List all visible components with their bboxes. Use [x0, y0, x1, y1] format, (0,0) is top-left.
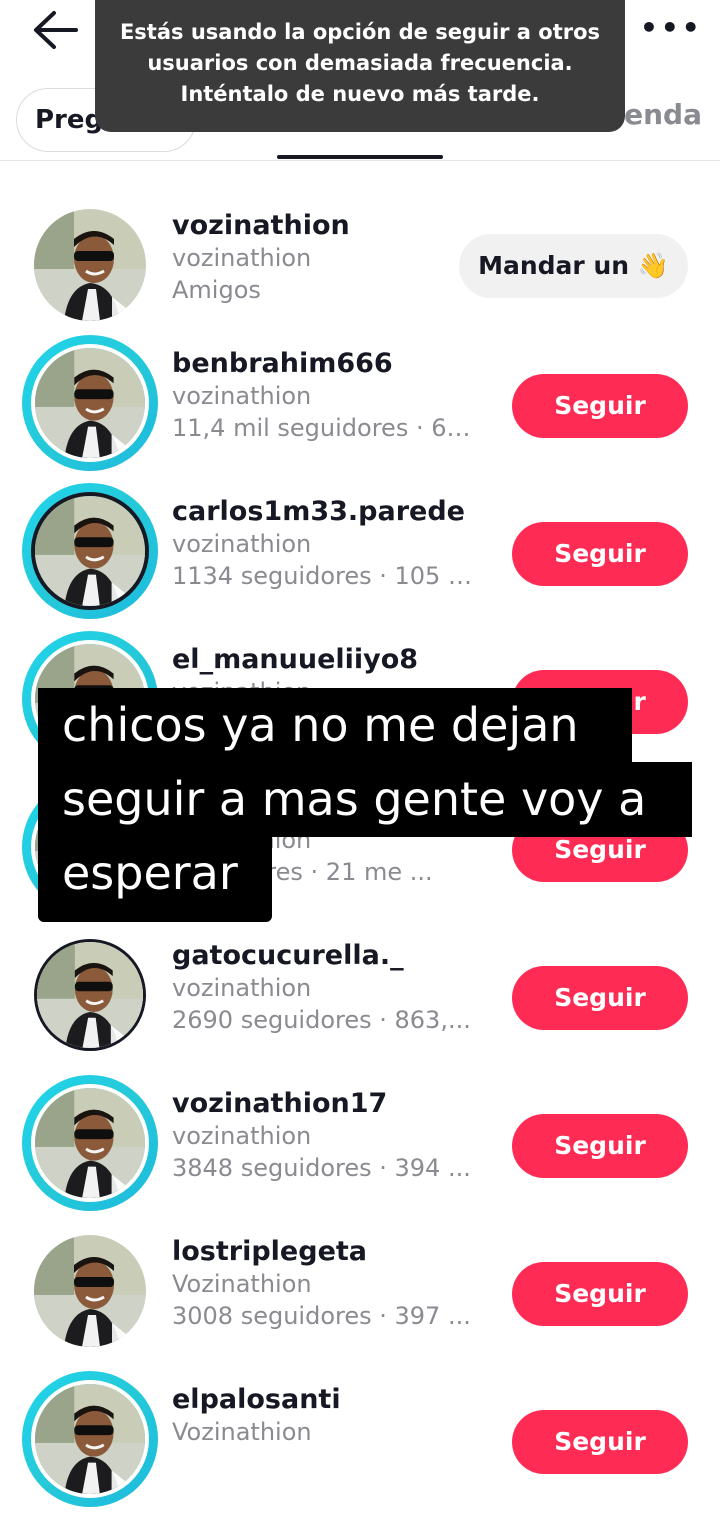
avatar-photo-icon — [34, 1235, 146, 1347]
avatar[interactable] — [22, 927, 158, 1063]
nickname: vozinathion — [172, 974, 312, 1002]
arrow-left-icon — [34, 11, 78, 49]
follow-button[interactable]: Seguir — [512, 374, 688, 438]
follow-button[interactable]: Seguir — [512, 1262, 688, 1326]
username: vozinathion17 — [172, 1088, 388, 1119]
avatar[interactable] — [22, 1223, 158, 1359]
avatar-story-ring[interactable] — [22, 1371, 158, 1507]
avatar-photo-icon — [35, 1088, 145, 1198]
avatar-photo-icon — [35, 1384, 145, 1494]
more-horizontal-icon: ••• — [640, 11, 703, 44]
user-detail: 3008 seguidores · 397 ... — [172, 1302, 471, 1330]
toast-line: Inténtalo de nuevo más tarde. — [180, 82, 540, 106]
username: gatocucurella._ — [172, 940, 404, 971]
username: benbrahim666 — [172, 348, 393, 379]
nickname: vozinathion — [172, 382, 312, 410]
nickname: vozinathion — [172, 244, 312, 272]
follow-button[interactable]: Seguir — [512, 522, 688, 586]
follow-button[interactable]: Seguir — [512, 1114, 688, 1178]
caption-line: seguir a mas gente voy a — [38, 762, 692, 837]
user-detail: Amigos — [172, 276, 261, 304]
toast-line: Estás usando la opción de seguir a otros — [119, 20, 601, 44]
avatar-story-ring[interactable] — [22, 483, 158, 619]
follow-button[interactable]: Seguir — [512, 966, 688, 1030]
user-row[interactable]: lostriplegeta Vozinathion 3008 seguidore… — [0, 1218, 720, 1366]
user-row[interactable]: elpalosanti Vozinathion Seguir — [0, 1366, 720, 1514]
avatar-story-ring[interactable] — [22, 1075, 158, 1211]
user-row[interactable]: vozinathion17 vozinathion 3848 seguidore… — [0, 1070, 720, 1218]
avatar-photo-icon — [34, 209, 146, 321]
avatar[interactable] — [22, 197, 158, 333]
avatar-story-ring[interactable] — [22, 335, 158, 471]
user-detail: 11,4 mil seguidores · 66... — [172, 414, 482, 442]
username: elpalosanti — [172, 1384, 341, 1415]
user-detail: 1134 seguidores · 105 m... — [172, 562, 482, 590]
nickname: Vozinathion — [172, 1270, 312, 1298]
username: el_manuueliiyo8 — [172, 644, 419, 675]
avatar-photo-icon — [35, 496, 145, 606]
toast-line: usuarios con demasiada frecuencia. — [147, 51, 573, 75]
nickname: Vozinathion — [172, 1418, 312, 1446]
user-row[interactable]: benbrahim666 vozinathion 11,4 mil seguid… — [0, 330, 720, 478]
avatar-photo-icon — [37, 942, 143, 1048]
nickname: vozinathion — [172, 1122, 312, 1150]
caption-line: chicos ya no me dejan — [38, 688, 632, 763]
caption-line: esperar — [38, 836, 272, 922]
user-row[interactable]: vozinathion vozinathion Amigos Mandar un… — [0, 192, 720, 340]
more-options-button[interactable]: ••• — [640, 10, 700, 46]
back-button[interactable] — [30, 8, 82, 52]
username: vozinathion — [172, 210, 350, 241]
avatar-photo-icon — [35, 348, 145, 458]
send-wave-button[interactable]: Mandar un 👋 — [459, 234, 688, 298]
user-row[interactable]: gatocucurella._ vozinathion 2690 seguido… — [0, 922, 720, 1070]
rate-limit-toast: Estás usando la opción de seguir a otros… — [95, 0, 625, 132]
user-row[interactable]: carlos1m33.parede vozinathion 1134 segui… — [0, 478, 720, 626]
follow-button[interactable]: Seguir — [512, 1410, 688, 1474]
user-detail: 3848 seguidores · 394 ... — [172, 1154, 471, 1182]
username: lostriplegeta — [172, 1236, 368, 1267]
active-tab-indicator — [277, 155, 443, 159]
nickname: vozinathion — [172, 530, 312, 558]
user-detail: 2690 seguidores · 863,... — [172, 1006, 471, 1034]
username: carlos1m33.parede — [172, 496, 465, 527]
